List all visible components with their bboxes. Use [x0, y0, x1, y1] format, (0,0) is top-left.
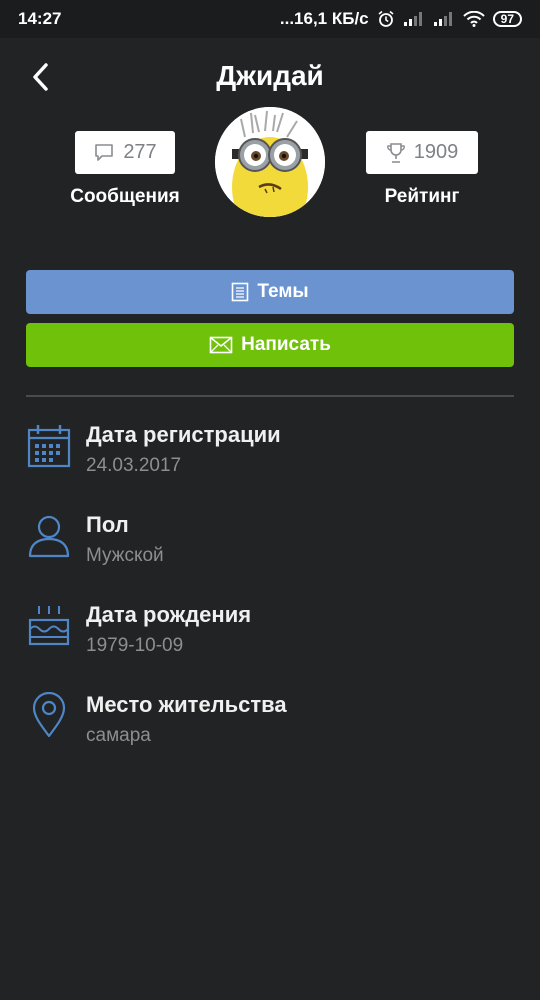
trophy-icon	[386, 142, 405, 163]
rating-count: 1909	[413, 141, 459, 163]
messages-count: 277	[123, 141, 157, 163]
topics-button[interactable]: Темы	[26, 270, 514, 314]
status-indicators: ...16,1 КБ/с 97	[280, 9, 522, 29]
info-birth-date: Дата рождения 1979-10-09	[0, 602, 540, 682]
chat-bubble-icon	[95, 143, 114, 161]
info-residence: Место жительства самара	[0, 692, 540, 772]
envelope-icon	[209, 336, 233, 354]
alarm-icon	[377, 10, 395, 28]
info-title: Дата регистрации	[86, 422, 281, 447]
messages-label: Сообщения	[70, 186, 180, 207]
minion-avatar-image	[215, 107, 325, 217]
profile-screen: 14:27 ...16,1 КБ/с 97 Джидай 277 Сообщен…	[0, 0, 540, 1000]
info-value: 1979-10-09	[86, 635, 184, 656]
rating-count-box[interactable]: 1909	[366, 131, 478, 174]
write-message-button[interactable]: Написать	[26, 323, 514, 367]
calendar-icon	[27, 425, 71, 468]
battery-indicator: 97	[492, 11, 522, 27]
document-icon	[232, 282, 249, 302]
wifi-icon	[462, 11, 485, 27]
info-title: Дата рождения	[86, 602, 252, 627]
status-bar: 14:27 ...16,1 КБ/с 97	[0, 0, 540, 38]
status-time: 14:27	[18, 9, 62, 28]
info-registration-date: Дата регистрации 24.03.2017	[0, 422, 540, 502]
signal-icon	[403, 11, 425, 27]
messages-count-box[interactable]: 277	[75, 131, 175, 174]
info-value: Мужской	[86, 545, 164, 566]
network-speed: ...16,1 КБ/с	[279, 9, 369, 28]
cake-icon	[28, 606, 70, 646]
write-button-label: Написать	[241, 334, 331, 355]
info-title: Пол	[86, 512, 129, 537]
topics-button-label: Темы	[257, 281, 309, 302]
info-gender: Пол Мужской	[0, 512, 540, 592]
page-title: Джидай	[216, 60, 324, 91]
info-title: Место жительства	[86, 692, 287, 717]
divider	[26, 395, 514, 397]
info-value: 24.03.2017	[86, 455, 182, 476]
info-value: самара	[86, 725, 151, 746]
location-pin-icon	[32, 692, 66, 738]
person-icon	[28, 515, 70, 558]
rating-label: Рейтинг	[384, 186, 460, 207]
avatar	[215, 107, 325, 217]
signal-2-icon	[433, 11, 455, 27]
